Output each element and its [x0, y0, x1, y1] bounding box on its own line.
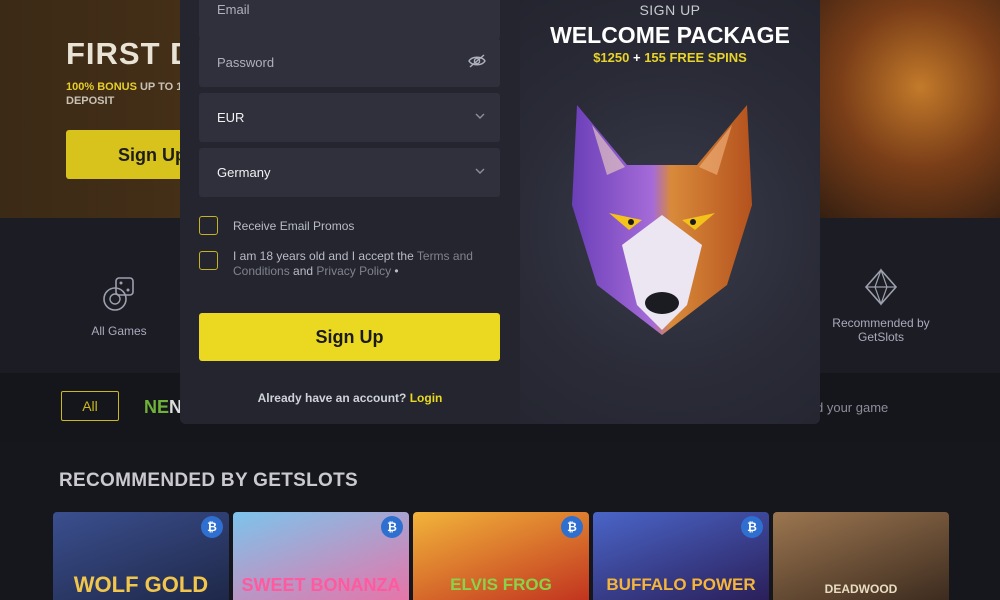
- game-title: BUFFALO POWER: [606, 575, 756, 594]
- category-all-games[interactable]: All Games: [84, 274, 154, 338]
- login-prompt: Already have an account? Login: [180, 391, 520, 405]
- email-promos-checkbox-row[interactable]: Receive Email Promos: [199, 216, 500, 235]
- bitcoin-badge-icon: ₿: [381, 516, 403, 538]
- promo-bonus-plus: +: [629, 50, 645, 65]
- game-card-deadwood[interactable]: DEADWOOD: [773, 512, 949, 600]
- provider-netent-logo[interactable]: NEN: [144, 397, 182, 418]
- password-placeholder: Password: [217, 55, 275, 70]
- terms-prefix: I am 18 years old and I accept the: [233, 249, 417, 263]
- country-value: Germany: [217, 165, 271, 180]
- terms-and: and: [289, 264, 317, 278]
- promo-bonus-spins: 155 FREE SPINS: [644, 50, 747, 65]
- game-card-buffalo-power[interactable]: ₿ BUFFALO POWER: [593, 512, 769, 600]
- category-recommended[interactable]: Recommended by GetSlots: [826, 268, 936, 344]
- welcome-promo-panel: SIGN UP WELCOME PACKAGE $1250 + 155 FREE…: [520, 0, 820, 424]
- provider-logo-mark: NE: [144, 397, 170, 417]
- email-promos-checkbox[interactable]: [199, 216, 218, 235]
- game-title: ELVIS FROG: [450, 575, 552, 594]
- login-link[interactable]: Login: [410, 391, 443, 405]
- promo-heading: SIGN UP: [639, 2, 701, 18]
- bitcoin-badge-icon: ₿: [201, 516, 223, 538]
- hero-subtitle-rest: UP TO 1: [136, 81, 183, 93]
- dice-icon: [103, 277, 134, 311]
- hero-title: FIRST D: [66, 36, 194, 71]
- login-prompt-text: Already have an account?: [257, 391, 410, 405]
- game-card-sweet-bonanza[interactable]: ₿ SWEET BONANZA: [233, 512, 409, 600]
- hero-signup-button[interactable]: Sign Up: [66, 130, 186, 179]
- hero-artwork: [800, 0, 1000, 218]
- terms-label: I am 18 years old and I accept the Terms…: [233, 249, 500, 279]
- email-field[interactable]: Email: [199, 0, 500, 39]
- password-field[interactable]: Password: [199, 38, 500, 87]
- privacy-link[interactable]: Privacy Policy: [316, 264, 391, 278]
- game-title: WOLF GOLD: [73, 572, 209, 597]
- terms-checkbox[interactable]: [199, 251, 218, 270]
- filter-all-chip[interactable]: All: [61, 391, 119, 421]
- wolf-illustration: [572, 105, 752, 335]
- find-game-input[interactable]: d your game: [816, 400, 888, 415]
- hero-subtitle-line2: DEPOSIT: [66, 95, 115, 107]
- eye-off-icon[interactable]: [468, 53, 486, 69]
- games-row: ₿ WOLF GOLD ₿ SWEET BONANZA ₿ ELVIS FROG…: [53, 512, 949, 600]
- diamond-icon: [864, 268, 898, 306]
- recommended-section-title: RECOMMENDED BY GETSLOTS: [59, 470, 358, 491]
- currency-value: EUR: [217, 110, 245, 125]
- page: FIRST D 100% BONUS UP TO 1 DEPOSIT Sign …: [0, 0, 1000, 600]
- promo-bonus-amount: $1250: [593, 50, 630, 65]
- signup-button[interactable]: Sign Up: [199, 313, 500, 361]
- currency-select[interactable]: EUR: [199, 93, 500, 142]
- game-title: DEADWOOD: [824, 582, 898, 596]
- chevron-down-icon: [475, 168, 485, 174]
- bitcoin-badge-icon: ₿: [741, 516, 763, 538]
- category-label: All Games: [91, 324, 147, 338]
- game-card-elvis-frog[interactable]: ₿ ELVIS FROG: [413, 512, 589, 600]
- hero-subtitle: 100% BONUS UP TO 1 DEPOSIT: [66, 80, 186, 108]
- terms-checkbox-row[interactable]: I am 18 years old and I accept the Terms…: [199, 249, 500, 279]
- game-title: SWEET BONANZA: [241, 575, 401, 595]
- chevron-down-icon: [475, 113, 485, 119]
- bitcoin-badge-icon: ₿: [561, 516, 583, 538]
- promo-title: WELCOME PACKAGE: [550, 22, 790, 48]
- promo-bonus: $1250 + 155 FREE SPINS: [520, 50, 820, 65]
- signup-modal: Email Password EUR Germany Receive Email…: [180, 0, 820, 424]
- category-label: Recommended by GetSlots: [832, 316, 930, 344]
- country-select[interactable]: Germany: [199, 148, 500, 197]
- email-promos-label: Receive Email Promos: [233, 219, 355, 233]
- signup-form: Email Password EUR Germany Receive Email…: [180, 0, 520, 424]
- required-marker: •: [391, 264, 399, 278]
- game-card-wolf-gold[interactable]: ₿ WOLF GOLD: [53, 512, 229, 600]
- hero-subtitle-highlight: 100% BONUS: [66, 81, 137, 93]
